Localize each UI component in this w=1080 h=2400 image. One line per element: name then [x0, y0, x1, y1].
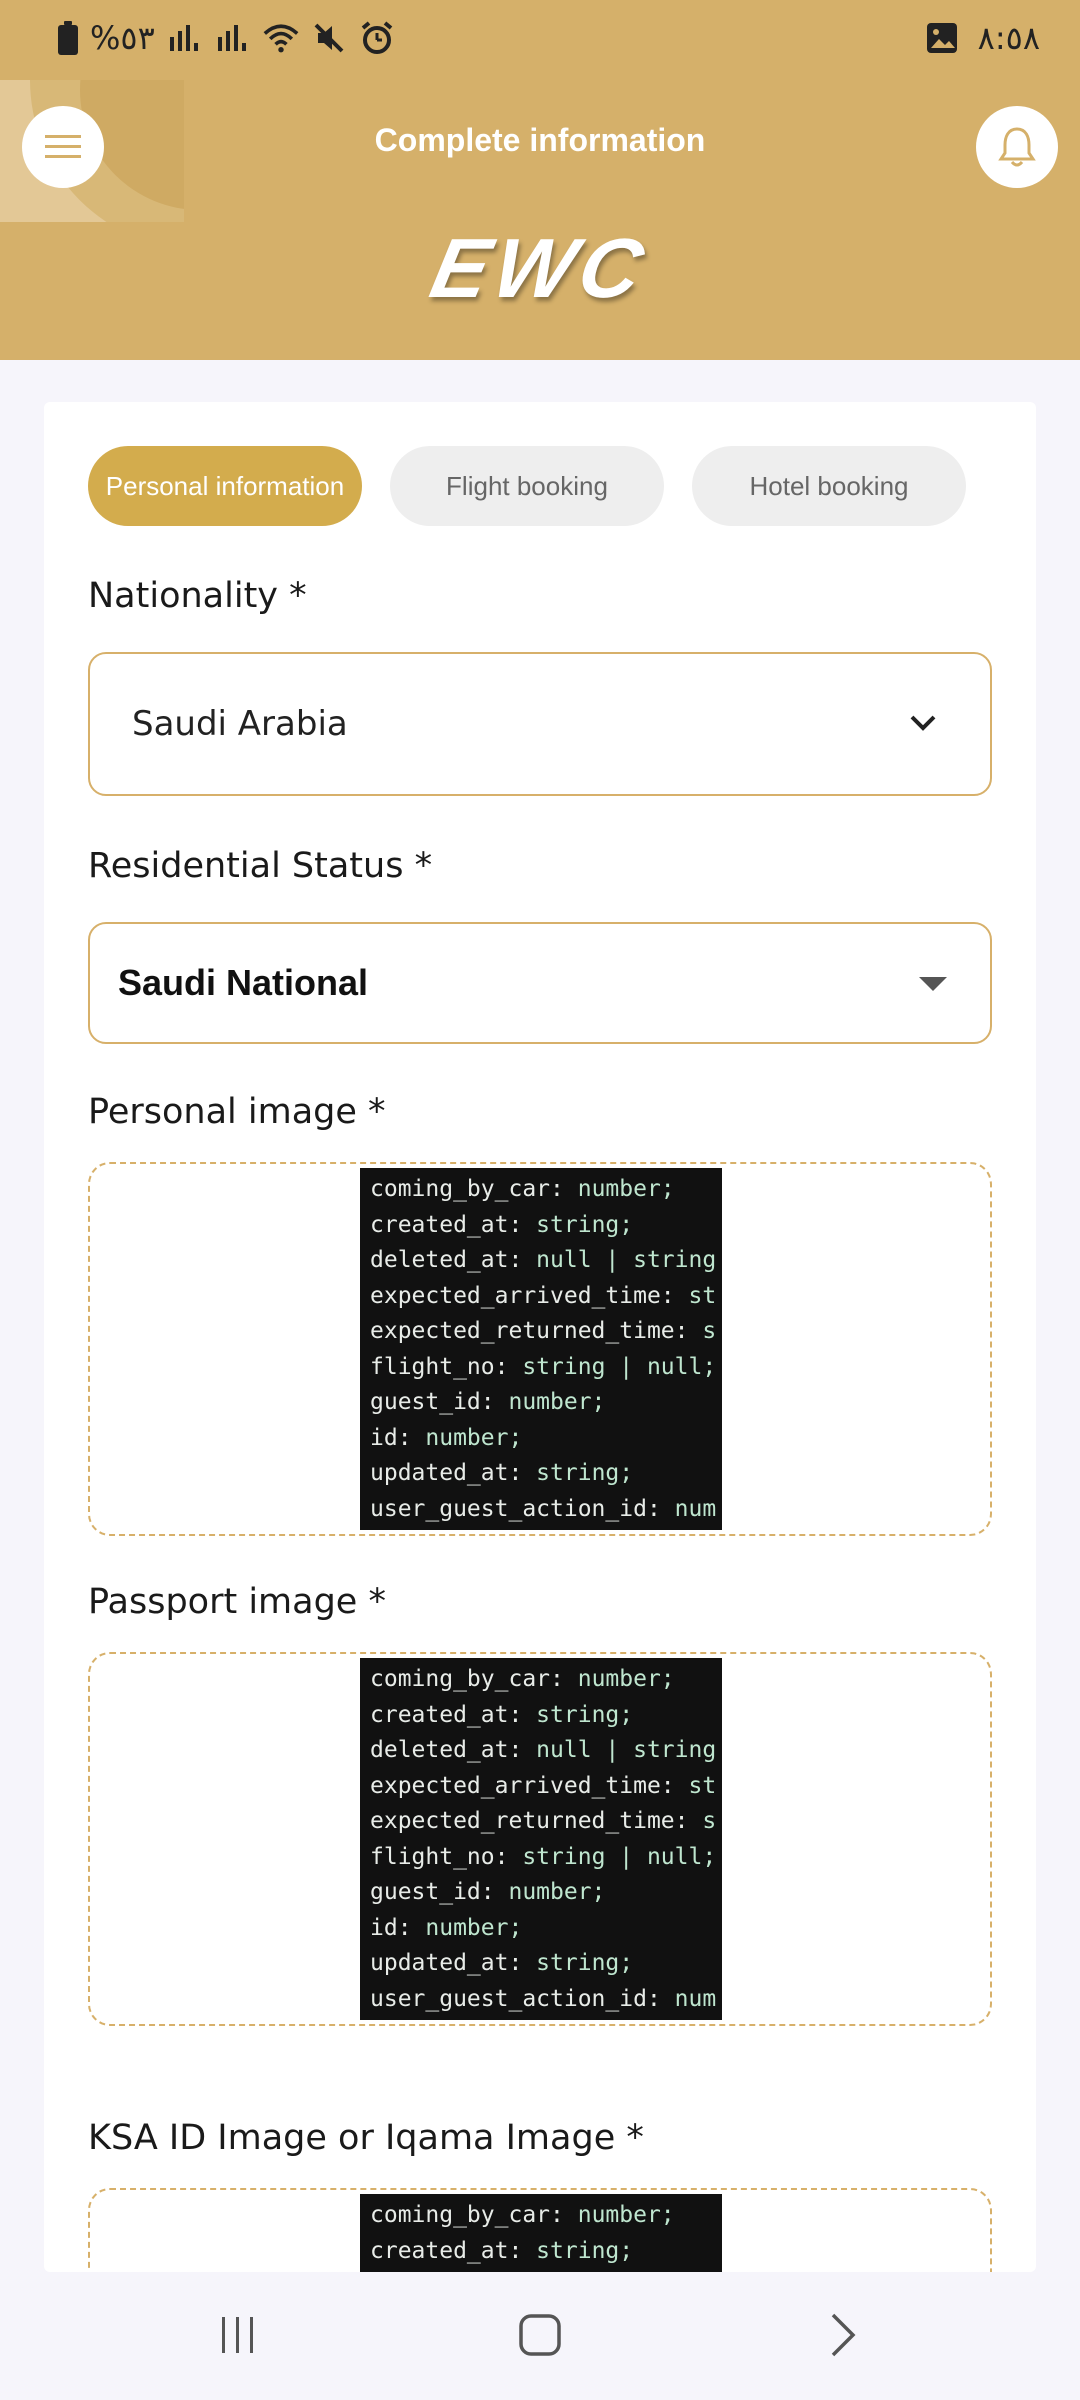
system-nav-bar — [0, 2272, 1080, 2400]
recent-apps-icon — [222, 2317, 253, 2353]
nationality-value: Saudi Arabia — [132, 704, 348, 744]
alarm-icon — [359, 20, 395, 56]
recent-apps-button[interactable] — [198, 2300, 278, 2370]
tab-personal-information[interactable]: Personal information — [88, 446, 362, 526]
chevron-down-icon — [910, 715, 936, 731]
ewc-logo: EWC — [423, 221, 658, 315]
back-icon — [831, 2313, 856, 2357]
tab-flight-booking[interactable]: Flight booking — [390, 446, 664, 526]
ksa-id-image-label: KSA ID Image or Iqama Image * — [88, 2118, 644, 2158]
residential-status-select[interactable]: Saudi National — [88, 922, 992, 1044]
residential-status-value: Saudi National — [118, 962, 369, 1003]
passport-image-preview: coming_by_car: number; created_at: strin… — [360, 1658, 722, 2020]
clock: ٨:٥٨ — [977, 19, 1040, 57]
bell-icon — [998, 127, 1036, 167]
passport-image-label: Passport image * — [88, 1582, 386, 1622]
nationality-label: Nationality * — [88, 576, 307, 616]
signal-icon-2 — [215, 20, 251, 56]
nationality-select[interactable]: Saudi Arabia — [88, 652, 992, 796]
tab-bar: Personal information Flight booking Hote… — [88, 446, 966, 526]
back-button[interactable] — [802, 2300, 882, 2370]
home-button[interactable] — [500, 2300, 580, 2370]
personal-image-label: Personal image * — [88, 1092, 386, 1132]
signal-icon — [167, 20, 203, 56]
personal-image-preview: coming_by_car: number; created_at: strin… — [360, 1168, 722, 1530]
battery-icon — [58, 21, 78, 55]
status-bar: %٥٣ ٨:٥٨ — [0, 0, 1080, 78]
battery-percent: %٥٣ — [90, 19, 155, 57]
passport-image-upload[interactable]: coming_by_car: number; created_at: strin… — [88, 1652, 992, 2026]
residential-status-label: Residential Status * — [88, 846, 433, 886]
personal-image-upload[interactable]: coming_by_car: number; created_at: strin… — [88, 1162, 992, 1536]
form-card: Personal information Flight booking Hote… — [44, 402, 1036, 2388]
tab-hotel-booking[interactable]: Hotel booking — [692, 446, 966, 526]
mute-icon — [311, 20, 347, 56]
notifications-button[interactable] — [976, 106, 1058, 188]
app-header: %٥٣ ٨:٥٨ Complete information EWC — [0, 0, 1080, 360]
caret-down-icon — [919, 977, 947, 991]
page-title: Complete information — [374, 122, 706, 158]
wifi-icon — [263, 20, 299, 56]
gallery-icon — [924, 20, 960, 56]
home-icon — [519, 2314, 561, 2356]
